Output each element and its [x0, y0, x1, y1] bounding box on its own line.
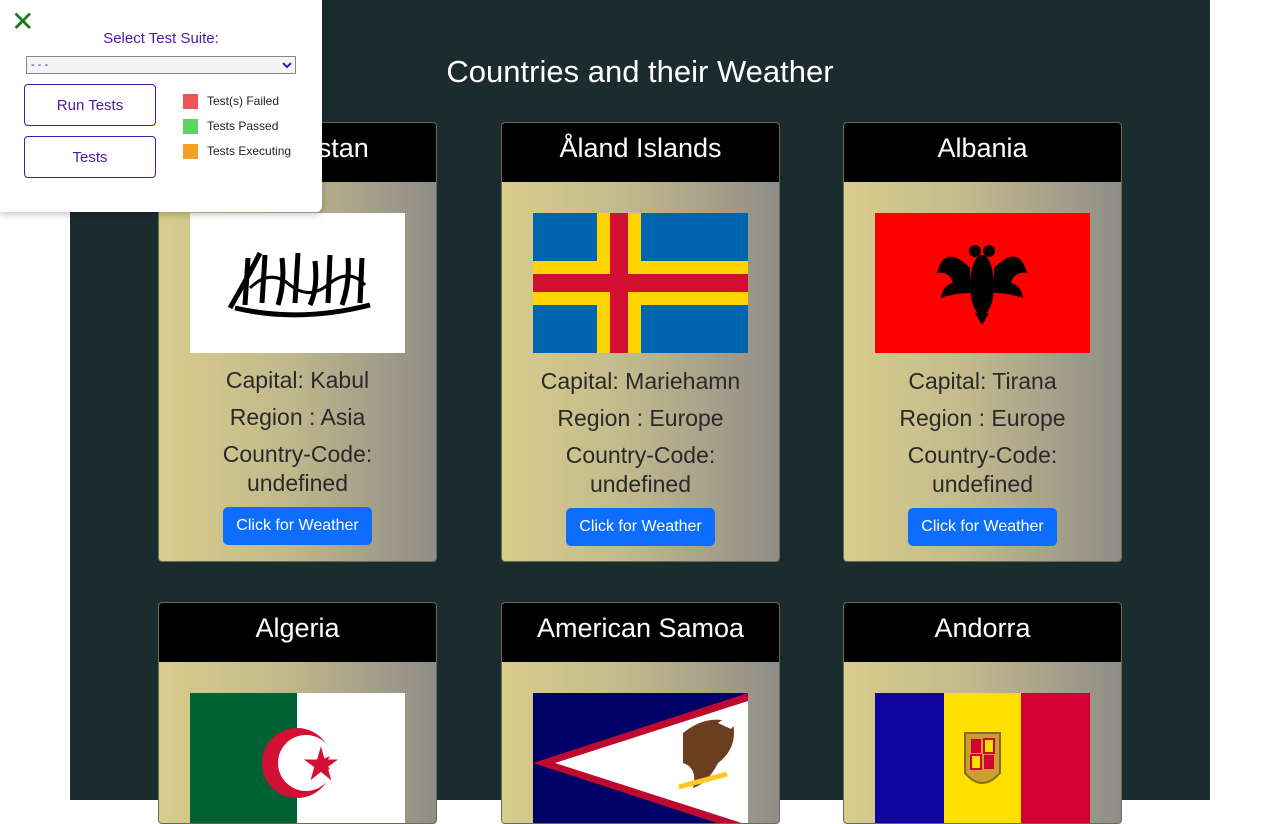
- country-code-value: undefined: [931, 471, 1034, 497]
- country-name: Albania: [937, 133, 1028, 163]
- test-suite-select[interactable]: - - -: [26, 56, 296, 74]
- legend-executing: Tests Executing: [183, 143, 291, 159]
- country-card-aland-islands: Åland Islands Capital: Mariehamn Region …: [501, 122, 780, 562]
- card-header: Algeria: [159, 603, 436, 662]
- country-card-algeria: Algeria: [158, 602, 437, 824]
- card-header: Åland Islands: [502, 123, 779, 182]
- country-card-andorra: Andorra: [843, 602, 1122, 824]
- weather-button[interactable]: Click for Weather: [223, 507, 372, 545]
- card-header: American Samoa: [502, 603, 779, 662]
- country-code-value: undefined: [589, 471, 692, 497]
- algeria-flag-icon: [190, 693, 405, 823]
- country-name: Algeria: [255, 613, 340, 643]
- albania-flag-icon: [875, 213, 1090, 353]
- capital-text: Capital: Tirana: [908, 368, 1057, 394]
- card-header: Andorra: [844, 603, 1121, 662]
- test-suite-label: Select Test Suite:: [103, 30, 219, 47]
- card-details: Capital: Tirana Region : Europe Country-…: [844, 367, 1121, 546]
- legend-label: Tests Passed: [207, 119, 279, 133]
- card-details: Capital: Mariehamn Region : Europe Count…: [502, 367, 779, 546]
- weather-button[interactable]: Click for Weather: [908, 508, 1057, 546]
- legend-label: Tests Executing: [207, 144, 292, 158]
- region-text: Region : Europe: [557, 405, 724, 431]
- country-code-label: Country-Code:: [222, 441, 373, 467]
- legend-failed: Test(s) Failed: [183, 93, 279, 109]
- executing-swatch: [183, 143, 198, 159]
- passed-swatch: [183, 118, 198, 134]
- country-name: Andorra: [934, 613, 1031, 643]
- test-panel: ✕ Select Test Suite: - - - Run Tests Tes…: [0, 0, 322, 212]
- capital-text: Capital: Mariehamn: [540, 368, 741, 394]
- legend-label: Test(s) Failed: [207, 94, 280, 108]
- american-samoa-flag-icon: [533, 693, 748, 823]
- country-code-value: undefined: [246, 470, 349, 496]
- afghanistan-flag-icon: [190, 213, 405, 353]
- aland-flag-icon: [533, 213, 748, 354]
- region-text: Region : Europe: [899, 405, 1066, 431]
- capital-text: Capital: Kabul: [225, 367, 370, 393]
- andorra-flag-icon: [875, 693, 1090, 823]
- weather-button[interactable]: Click for Weather: [566, 508, 715, 546]
- country-card-american-samoa: American Samoa: [501, 602, 780, 824]
- card-details: Capital: Kabul Region : Asia Country-Cod…: [159, 366, 436, 545]
- card-header: Albania: [844, 123, 1121, 182]
- country-code-label: Country-Code:: [907, 442, 1058, 468]
- country-card-albania: Albania Capital: Tirana Region : Europe …: [843, 122, 1122, 562]
- run-tests-button[interactable]: Run Tests: [24, 84, 156, 126]
- failed-swatch: [183, 93, 198, 109]
- region-text: Region : Asia: [229, 404, 366, 430]
- country-name: American Samoa: [536, 613, 745, 643]
- tests-button[interactable]: Tests: [24, 136, 156, 178]
- legend-passed: Tests Passed: [183, 118, 278, 134]
- country-code-label: Country-Code:: [565, 442, 716, 468]
- country-name: Åland Islands: [559, 133, 722, 163]
